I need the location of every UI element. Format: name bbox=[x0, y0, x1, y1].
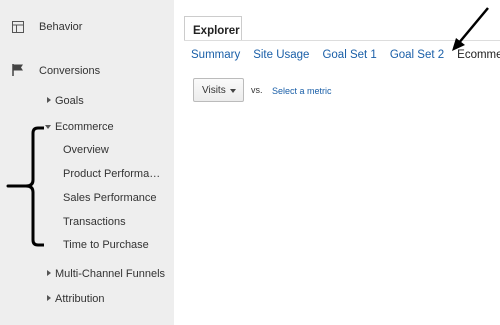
annotation-bracket bbox=[6, 126, 44, 247]
annotation-arrow bbox=[457, 7, 489, 45]
arrowhead-icon bbox=[452, 38, 465, 51]
annotation-overlay bbox=[6, 7, 489, 247]
